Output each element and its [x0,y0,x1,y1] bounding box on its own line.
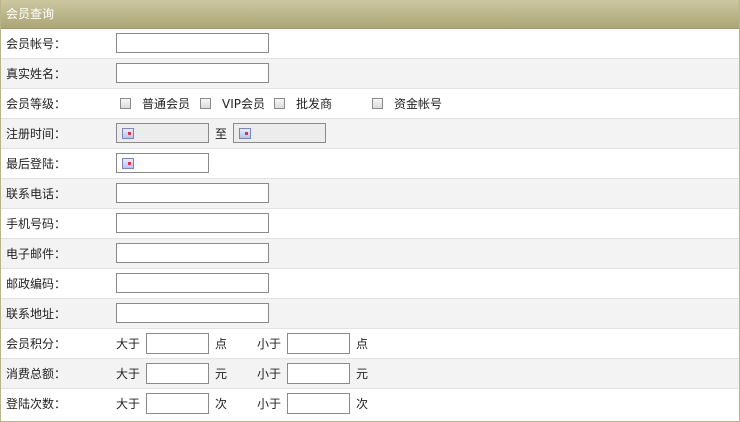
row-logins: 登陆次数： 大于 次 小于 次 [1,389,739,419]
row-account: 会员帐号： [1,29,739,59]
level-option-wholesaler: 批发商 [296,97,333,111]
spend-unit-max: 元 [356,367,369,381]
row-last-login: 最后登陆： [1,149,739,179]
register-start-date[interactable] [116,123,209,143]
row-postcode: 邮政编码： [1,269,739,299]
row-points: 会员积分： 大于 点 小于 点 [1,329,739,359]
spend-max-input[interactable] [287,363,350,384]
register-end-date[interactable] [233,123,326,143]
level-checkbox-regular[interactable] [120,98,131,109]
row-address: 联系地址： [1,299,739,329]
level-option-vip: VIP会员 [222,97,265,111]
postcode-label: 邮政编码： [6,277,67,291]
level-checkbox-vip[interactable] [200,98,211,109]
points-lt-text: 小于 [257,337,282,351]
row-mobile: 手机号码： [1,209,739,239]
last-login-label: 最后登陆： [6,157,67,171]
email-input[interactable] [116,243,269,263]
logins-min-input[interactable] [146,393,209,414]
level-option-regular: 普通会员 [142,97,191,111]
spend-unit-min: 元 [215,367,228,381]
register-to-text: 至 [215,127,228,141]
phone-label: 联系电话： [6,187,67,201]
row-level: 会员等级： 普通会员 VIP会员 批发商 资金帐号 [1,89,739,119]
member-query-panel: 会员查询 会员帐号： 真实姓名： 会员等级： 普通会员 VIP会员 批发商 资金… [0,0,740,422]
level-option-fund-account: 资金帐号 [394,97,443,111]
calendar-icon[interactable] [122,128,134,139]
spend-gt-text: 大于 [116,367,141,381]
points-label: 会员积分： [6,337,67,351]
account-input[interactable] [116,33,269,53]
register-time-label: 注册时间： [6,127,67,141]
logins-unit-max: 次 [356,397,369,411]
row-phone: 联系电话： [1,179,739,209]
calendar-icon[interactable] [239,128,251,139]
account-label: 会员帐号： [6,37,67,51]
last-login-date[interactable] [116,153,209,173]
mobile-input[interactable] [116,213,269,233]
level-checkbox-fund-account[interactable] [372,98,383,109]
realname-input[interactable] [116,63,269,83]
level-checkbox-wholesaler[interactable] [274,98,285,109]
panel-title: 会员查询 [1,0,739,29]
address-label: 联系地址： [6,307,67,321]
level-label: 会员等级： [6,97,67,111]
row-spend: 消费总额： 大于 元 小于 元 [1,359,739,389]
spend-lt-text: 小于 [257,367,282,381]
points-gt-text: 大于 [116,337,141,351]
row-register-time: 注册时间： 至 [1,119,739,149]
points-max-input[interactable] [287,333,350,354]
logins-label: 登陆次数： [6,397,67,411]
logins-lt-text: 小于 [257,397,282,411]
points-unit-max: 点 [356,337,369,351]
phone-input[interactable] [116,183,269,203]
calendar-icon[interactable] [122,158,134,169]
row-realname: 真实姓名： [1,59,739,89]
spend-min-input[interactable] [146,363,209,384]
postcode-input[interactable] [116,273,269,293]
spend-label: 消费总额： [6,367,67,381]
logins-gt-text: 大于 [116,397,141,411]
points-unit-min: 点 [215,337,228,351]
address-input[interactable] [116,303,269,323]
email-label: 电子邮件： [6,247,67,261]
logins-max-input[interactable] [287,393,350,414]
row-email: 电子邮件： [1,239,739,269]
realname-label: 真实姓名： [6,67,67,81]
points-min-input[interactable] [146,333,209,354]
logins-unit-min: 次 [215,397,228,411]
mobile-label: 手机号码： [6,217,67,231]
